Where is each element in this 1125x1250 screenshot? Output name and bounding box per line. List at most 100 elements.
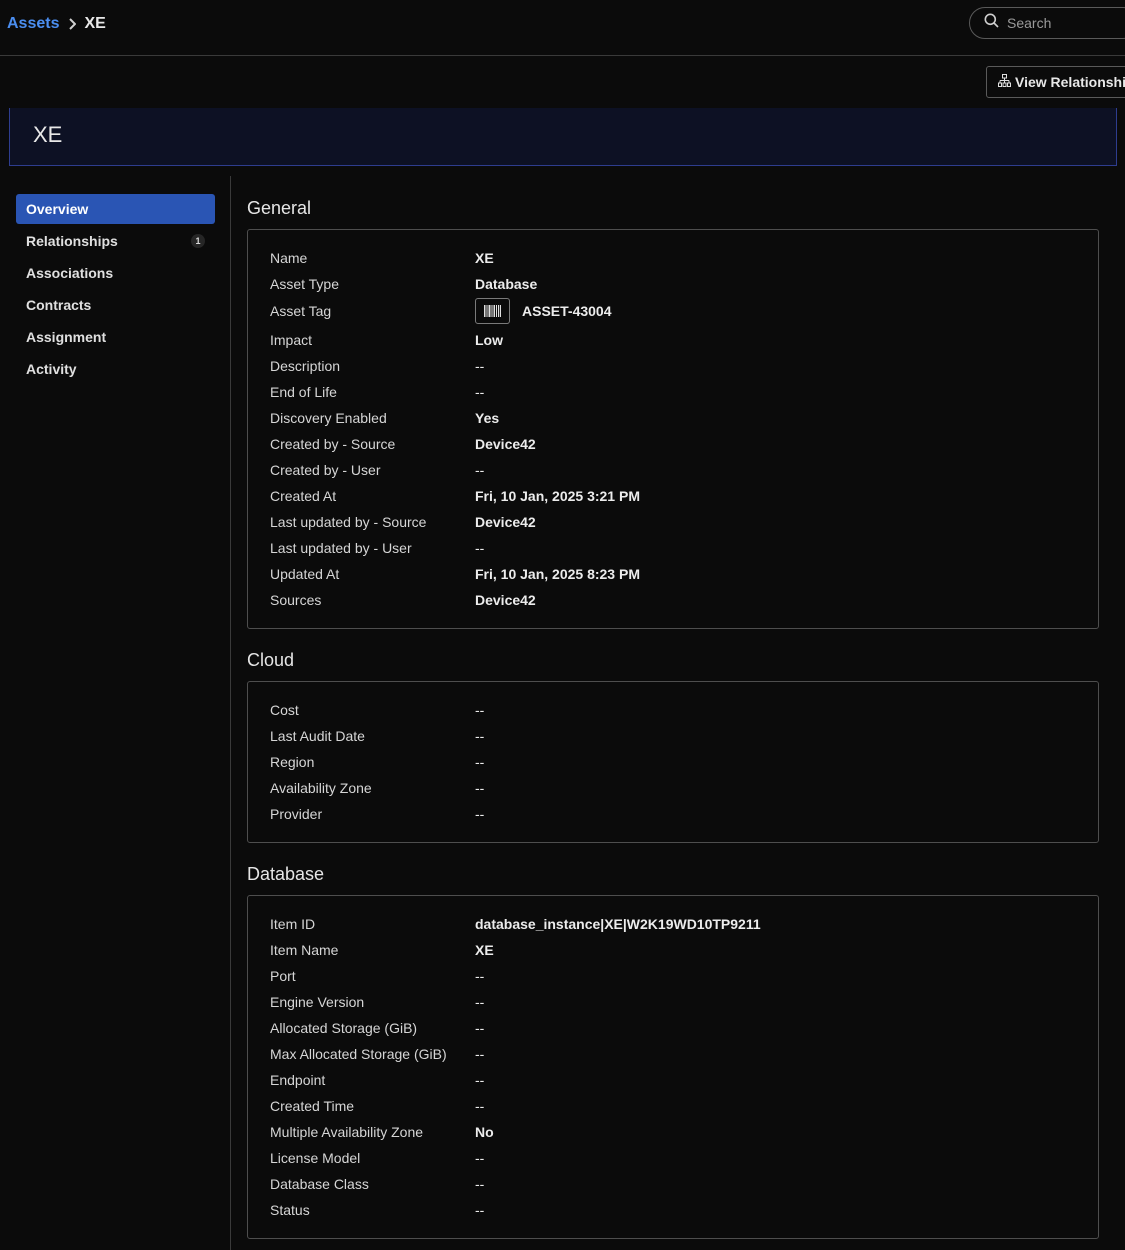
field-label: Name (270, 250, 308, 266)
field-label: Region (270, 754, 315, 770)
general-section-title: General (247, 198, 312, 218)
field-value: -- (475, 462, 485, 478)
field-value: -- (475, 780, 485, 796)
field-value: -- (475, 754, 485, 770)
detail-row: Provider -- (270, 804, 1070, 824)
detail-row: End of Life -- (270, 382, 1070, 402)
top-bar: Assets XE (0, 0, 1125, 56)
field-value: ASSET-43004 (475, 298, 612, 324)
field-value: Fri, 10 Jan, 2025 8:23 PM (475, 566, 640, 582)
search-input[interactable] (1005, 14, 1125, 32)
field-label: Discovery Enabled (270, 410, 387, 426)
sidebar-item-associations[interactable]: Associations (16, 258, 215, 288)
sidebar-item-contracts[interactable]: Contracts (16, 290, 215, 320)
field-label: Engine Version (270, 994, 365, 1010)
field-value: Low (475, 332, 503, 348)
view-relationships-label: View Relationships (1015, 74, 1125, 90)
field-label: End of Life (270, 384, 337, 400)
detail-row: Updated At Fri, 10 Jan, 2025 8:23 PM (270, 564, 1070, 584)
field-value: -- (475, 1150, 485, 1166)
field-label: Asset Type (270, 276, 340, 292)
asset-header: XE (9, 108, 1117, 166)
field-label: Cost (270, 702, 299, 718)
field-value: -- (475, 384, 485, 400)
detail-row: Region -- (270, 752, 1070, 772)
field-value: -- (475, 1072, 485, 1088)
detail-row: Created Time -- (270, 1096, 1070, 1116)
sidebar-item-label: Contracts (26, 297, 92, 313)
count-badge: 1 (191, 234, 205, 248)
field-value: XE (475, 250, 494, 266)
field-value: -- (475, 1176, 485, 1192)
field-label: Port (270, 968, 296, 984)
field-value: Fri, 10 Jan, 2025 3:21 PM (475, 488, 640, 504)
field-value: -- (475, 968, 485, 984)
field-label: Last updated by - User (270, 540, 412, 556)
detail-row: Asset Type Database (270, 274, 1070, 294)
detail-row: Created At Fri, 10 Jan, 2025 3:21 PM (270, 486, 1070, 506)
breadcrumb-current: XE (84, 15, 106, 32)
field-label: Impact (270, 332, 313, 348)
field-value: -- (475, 1046, 485, 1062)
field-label: Sources (270, 592, 322, 608)
field-label: Availability Zone (270, 780, 372, 796)
field-value: -- (475, 806, 485, 822)
sidebar-item-assignment[interactable]: Assignment (16, 322, 215, 352)
sidebar-item-label: Relationships (26, 233, 118, 249)
field-value: -- (475, 540, 485, 556)
detail-row: License Model -- (270, 1148, 1070, 1168)
field-value: Device42 (475, 514, 536, 530)
field-value: database_instance|XE|W2K19WD10TP9211 (475, 916, 761, 932)
field-value: -- (475, 728, 485, 744)
field-label: Endpoint (270, 1072, 326, 1088)
field-label: Last updated by - Source (270, 514, 427, 530)
detail-row: Allocated Storage (GiB) -- (270, 1018, 1070, 1038)
detail-row: Cost -- (270, 700, 1070, 720)
field-label: License Model (270, 1150, 361, 1166)
field-label: Status (270, 1202, 310, 1218)
barcode-icon (484, 305, 501, 317)
field-value: Database (475, 276, 538, 292)
field-label: Description (270, 358, 341, 374)
field-label: Created by - User (270, 462, 381, 478)
field-label: Max Allocated Storage (GiB) (270, 1046, 447, 1062)
detail-row: Created by - User -- (270, 460, 1070, 480)
field-label: Asset Tag (270, 303, 332, 319)
field-label: Item ID (270, 916, 316, 932)
asset-tag-value: ASSET-43004 (522, 303, 612, 319)
breadcrumb-assets-link[interactable]: Assets (7, 15, 59, 33)
detail-row: Created by - Source Device42 (270, 434, 1070, 454)
sidebar-item-relationships[interactable]: Relationships 1 (16, 226, 215, 256)
detail-row: Discovery Enabled Yes (270, 408, 1070, 428)
field-value: XE (475, 942, 494, 958)
field-label: Created by - Source (270, 436, 396, 452)
detail-row: Availability Zone -- (270, 778, 1070, 798)
field-value: Device42 (475, 592, 536, 608)
detail-row: Status -- (270, 1200, 1070, 1220)
general-card: Name XE Asset Type Database Asset Tag AS… (247, 229, 1099, 629)
detail-row: Item Name XE (270, 940, 1070, 960)
detail-row: Sources Device42 (270, 590, 1070, 610)
detail-row: Port -- (270, 966, 1070, 986)
detail-row: Item ID database_instance|XE|W2K19WD10TP… (270, 914, 1070, 934)
sidebar-item-overview[interactable]: Overview (16, 194, 215, 224)
field-label: Last Audit Date (270, 728, 365, 744)
detail-row: Endpoint -- (270, 1070, 1070, 1090)
sidebar-item-label: Activity (26, 361, 77, 377)
field-value: -- (475, 1202, 485, 1218)
field-label: Allocated Storage (GiB) (270, 1020, 418, 1036)
detail-row: Max Allocated Storage (GiB) -- (270, 1044, 1070, 1064)
field-value: Yes (475, 410, 500, 426)
database-section-title: Database (247, 864, 325, 884)
field-label: Item Name (270, 942, 339, 958)
detail-row: Last updated by - User -- (270, 538, 1070, 558)
field-value: No (475, 1124, 494, 1140)
search-box[interactable] (969, 7, 1125, 39)
cloud-section-title: Cloud (247, 650, 295, 670)
view-relationships-button[interactable]: View Relationships (986, 66, 1125, 98)
barcode-button[interactable] (475, 298, 510, 324)
field-label: Created Time (270, 1098, 355, 1114)
detail-row: Asset Tag ASSET-43004 (270, 298, 1070, 324)
detail-row: Name XE (270, 248, 1070, 268)
sidebar-item-activity[interactable]: Activity (16, 354, 215, 384)
